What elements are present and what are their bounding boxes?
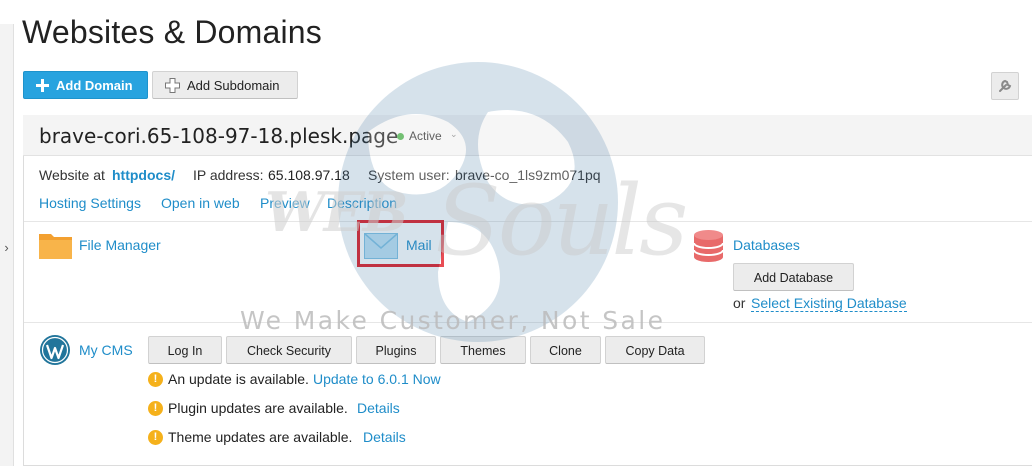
- settings-button[interactable]: [991, 72, 1019, 100]
- website-path-link[interactable]: httpdocs/: [112, 167, 175, 183]
- plugin-details-link[interactable]: Details: [357, 400, 400, 416]
- warning-icon: !: [148, 401, 163, 416]
- wrench-icon: [999, 79, 1012, 92]
- page-title: Websites & Domains: [22, 14, 323, 50]
- wordpress-icon: [40, 335, 70, 365]
- open-in-web-link[interactable]: Open in web: [161, 195, 240, 211]
- plus-outline-icon: [165, 78, 180, 93]
- warning-icon: !: [148, 372, 163, 387]
- or-label: or: [733, 295, 746, 311]
- database-icon: [694, 230, 723, 262]
- theme-updates-text: Theme updates are available.: [168, 429, 353, 445]
- my-cms-link[interactable]: My CMS: [79, 342, 133, 358]
- ip-label: IP address:: [193, 167, 264, 183]
- hosting-settings-link[interactable]: Hosting Settings: [39, 195, 141, 211]
- file-manager-link[interactable]: File Manager: [79, 237, 161, 253]
- theme-details-link[interactable]: Details: [363, 429, 406, 445]
- databases-link[interactable]: Databases: [733, 237, 800, 253]
- website-at-label: Website at: [39, 167, 105, 183]
- cms-login-button[interactable]: Log In: [148, 336, 222, 364]
- add-database-button[interactable]: Add Database: [733, 263, 854, 291]
- watermark-brand-right: Souls: [435, 165, 688, 277]
- add-subdomain-label: Add Subdomain: [187, 78, 280, 93]
- warning-icon: !: [148, 430, 163, 445]
- update-notice-text: An update is available.: [168, 371, 309, 387]
- select-existing-database-link[interactable]: Select Existing Database: [751, 295, 907, 312]
- watermark-tagline: We Make Customer, Not Sale: [240, 306, 666, 335]
- watermark-brand-left: WEB: [265, 180, 408, 244]
- chevron-right-icon[interactable]: ›: [1, 240, 12, 255]
- plugin-updates-text: Plugin updates are available.: [168, 400, 348, 416]
- add-subdomain-button[interactable]: Add Subdomain: [152, 71, 298, 99]
- folder-icon: [39, 234, 72, 259]
- add-domain-button[interactable]: Add Domain: [23, 71, 148, 99]
- add-domain-label: Add Domain: [56, 78, 133, 93]
- plus-icon: [36, 79, 49, 92]
